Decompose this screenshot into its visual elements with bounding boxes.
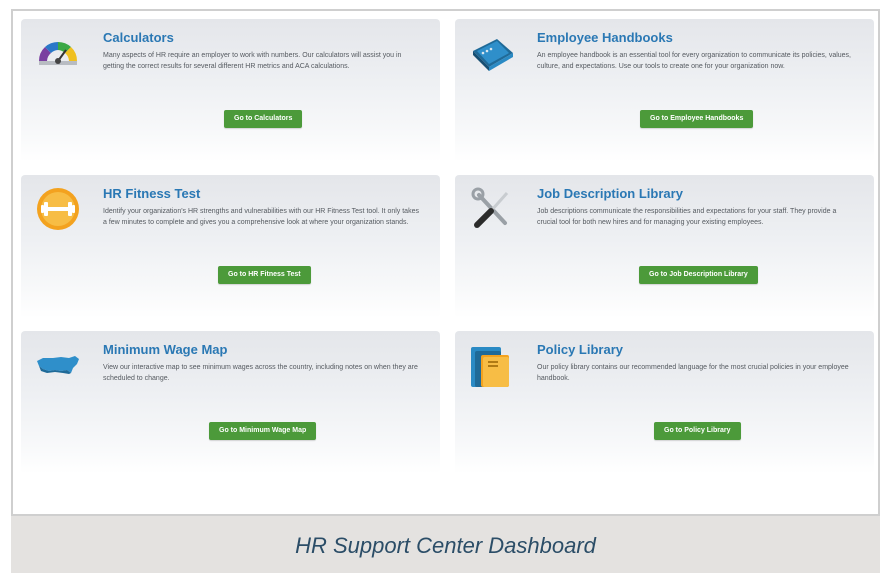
wrench-screwdriver-icon [469,187,515,233]
caption-text: HR Support Center Dashboard [295,533,596,558]
card-job-description-library: Job Description Library Job descriptions… [455,175,874,318]
dashboard-panel: Calculators Many aspects of HR require a… [11,9,880,516]
go-to-job-description-library-button[interactable]: Go to Job Description Library [639,266,758,284]
card-title: Job Description Library [537,186,683,201]
policy-folders-icon [469,343,515,389]
card-description: Job descriptions communicate the respons… [537,208,837,226]
card-title: Minimum Wage Map [103,342,228,357]
caption-bar: HR Support Center Dashboard [11,516,880,573]
go-to-policy-library-button[interactable]: Go to Policy Library [654,422,741,440]
card-policy-library: Policy Library Our policy library contai… [455,331,874,474]
card-description: An employee handbook is an essential too… [537,52,852,70]
card-title: Employee Handbooks [537,30,673,45]
screenshot-frame: Calculators Many aspects of HR require a… [0,0,882,573]
card-calculators: Calculators Many aspects of HR require a… [21,19,440,162]
go-to-minimum-wage-map-button[interactable]: Go to Minimum Wage Map [209,422,317,440]
go-to-employee-handbooks-button[interactable]: Go to Employee Handbooks [640,110,754,128]
handbook-binder-icon [469,31,515,77]
card-description: View our interactive map to see minimum … [103,364,418,382]
dumbbell-fitness-icon [35,187,81,233]
card-employee-handbooks: Employee Handbooks An employee handbook … [455,19,874,162]
card-title: Calculators [103,30,174,45]
card-minimum-wage-map: Minimum Wage Map View our interactive ma… [21,331,440,474]
card-title: HR Fitness Test [103,186,201,201]
go-to-hr-fitness-test-button[interactable]: Go to HR Fitness Test [218,266,311,284]
card-description: Our policy library contains our recommen… [537,364,849,382]
card-title: Policy Library [537,342,623,357]
card-description: Many aspects of HR require an employer t… [103,52,402,70]
speedometer-gauge-icon [35,31,81,77]
go-to-calculators-button[interactable]: Go to Calculators [224,110,303,128]
card-hr-fitness-test: HR Fitness Test Identify your organizati… [21,175,440,318]
card-description: Identify your organization's HR strength… [103,208,419,226]
us-map-icon [35,343,81,389]
